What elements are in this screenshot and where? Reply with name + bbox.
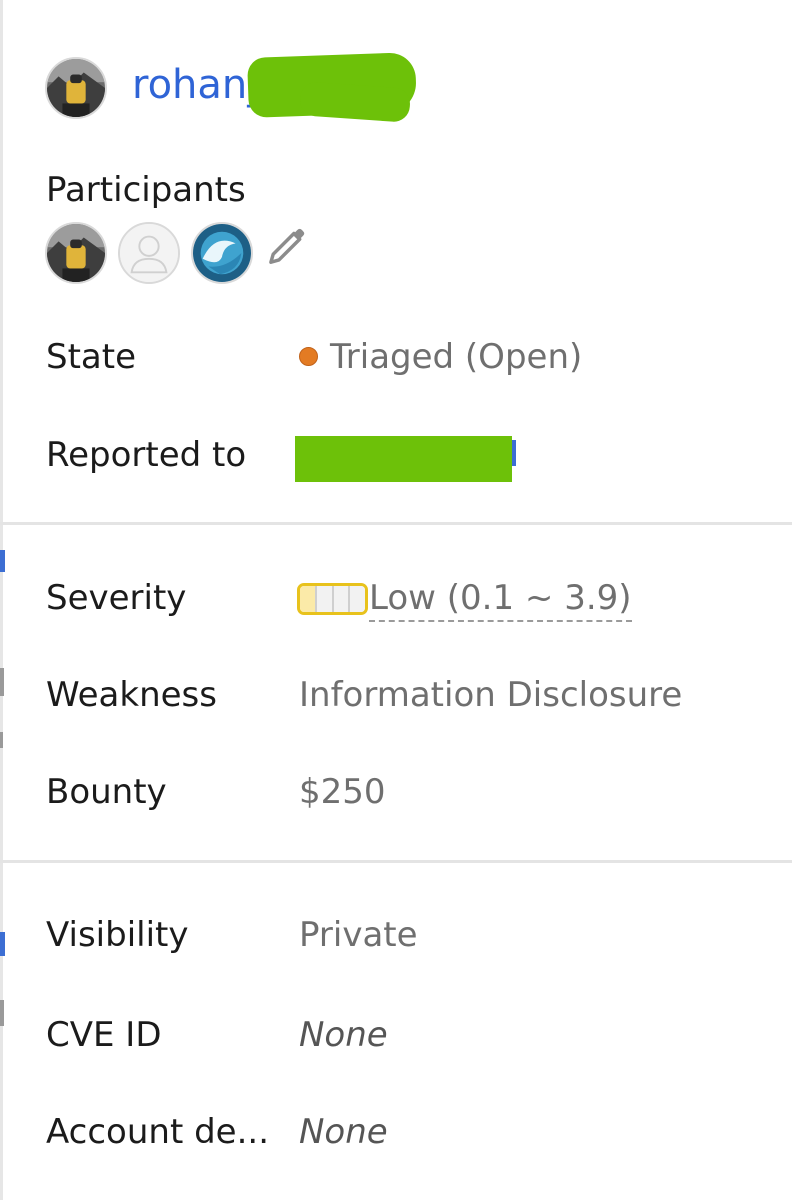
visibility-label: Visibility xyxy=(46,915,189,955)
severity-meter xyxy=(297,583,368,615)
hiker-avatar-icon xyxy=(47,59,105,117)
redaction-mark xyxy=(295,436,512,482)
weakness-label: Weakness xyxy=(46,675,217,715)
edge-text-fragment xyxy=(0,732,3,748)
edge-text-fragment xyxy=(0,1000,4,1026)
pencil-icon[interactable] xyxy=(264,222,310,268)
account-details-value: None xyxy=(299,1112,388,1152)
reported-to-label: Reported to xyxy=(46,435,247,475)
cut-off-heading xyxy=(46,0,746,6)
edge-link-fragment xyxy=(0,550,5,572)
section-divider xyxy=(0,522,792,525)
visibility-value: Private xyxy=(299,915,418,955)
edge-text-fragment xyxy=(0,668,4,696)
severity-segment xyxy=(300,586,317,612)
severity-segment xyxy=(316,586,334,612)
participant-avatar[interactable] xyxy=(45,222,107,284)
bounty-value: $250 xyxy=(299,772,386,812)
state-indicator-dot xyxy=(299,347,318,366)
participant-avatar[interactable] xyxy=(118,222,180,284)
hiker-avatar-icon xyxy=(47,224,105,282)
severity-segment xyxy=(350,586,365,612)
weakness-value: Information Disclosure xyxy=(299,675,683,715)
state-value: Triaged (Open) xyxy=(330,337,583,377)
bounty-label: Bounty xyxy=(46,772,167,812)
author-avatar[interactable] xyxy=(45,57,107,119)
default-user-avatar-icon xyxy=(120,224,178,282)
severity-label: Severity xyxy=(46,578,187,618)
participants-heading: Participants xyxy=(46,170,246,210)
wave-avatar-icon xyxy=(193,224,251,282)
severity-value[interactable]: Low (0.1 ~ 3.9) xyxy=(369,578,632,622)
severity-segment xyxy=(333,586,351,612)
redaction-mark xyxy=(298,81,412,123)
section-divider xyxy=(0,860,792,863)
participant-avatar[interactable] xyxy=(191,222,253,284)
cve-id-label: CVE ID xyxy=(46,1015,162,1055)
state-label: State xyxy=(46,337,136,377)
cve-id-value: None xyxy=(299,1015,388,1055)
edge-link-fragment xyxy=(0,932,5,956)
account-details-label: Account de... xyxy=(46,1112,270,1152)
